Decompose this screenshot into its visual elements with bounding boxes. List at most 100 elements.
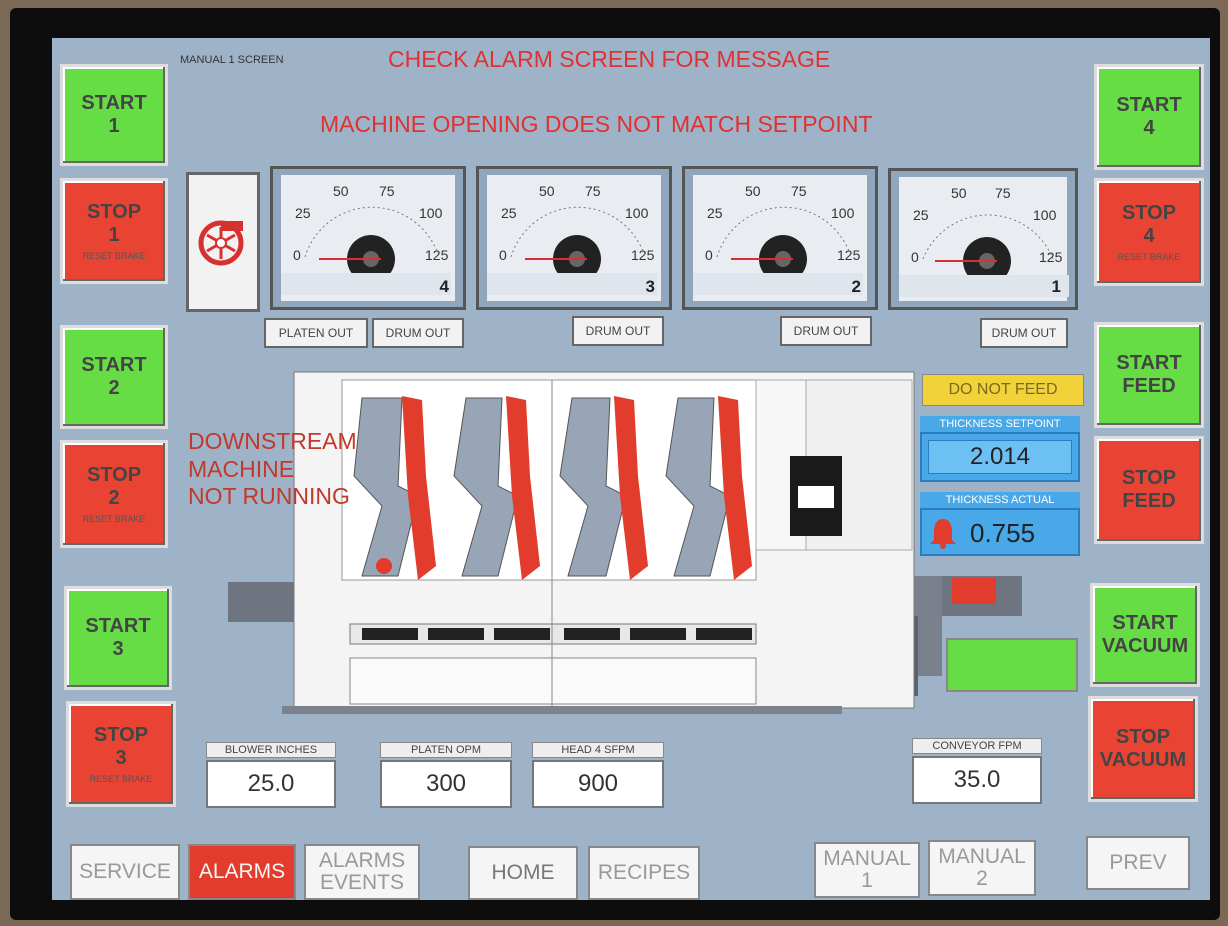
- gauge-index: 3: [645, 277, 655, 296]
- stop-3-label: STOP: [93, 723, 149, 746]
- stop-feed-word: FEED: [1122, 490, 1176, 512]
- stop-4-button[interactable]: STOP 4 RESET BRAKE: [1094, 178, 1204, 286]
- machine-diagram: [222, 366, 1022, 726]
- start-2-number: 2: [108, 377, 120, 399]
- nav-manual-1-line-1: MANUAL: [823, 846, 911, 870]
- gauge-dial-icon: [899, 214, 1069, 297]
- start-feed-label: START: [1116, 352, 1182, 374]
- alarm-banner: CHECK ALARM SCREEN FOR MESSAGE: [388, 46, 831, 72]
- start-1-button[interactable]: START 1: [60, 64, 168, 166]
- stop-4-reset-label: RESET BRAKE: [1117, 251, 1181, 262]
- start-3-button[interactable]: START 3: [64, 586, 172, 690]
- stop-4-number: 4: [1143, 224, 1155, 247]
- gauge-dial-icon: [281, 206, 451, 295]
- gauge-head-3: 0 25 50 75 100 125 3: [476, 166, 672, 310]
- nav-manual-2-button[interactable]: MANUAL 2: [928, 840, 1036, 896]
- gauge-dial-icon: [487, 206, 657, 295]
- blower-fan-icon: [198, 220, 244, 266]
- gauge-head-4: 0 25 50 75 100 125 4: [270, 166, 466, 310]
- nav-alarms-button[interactable]: ALARMS: [188, 844, 296, 900]
- nav-manual-1-line-2: 1: [861, 869, 873, 892]
- screen-title: MANUAL 1 SCREEN: [180, 54, 284, 66]
- stop-2-button[interactable]: STOP 2 RESET BRAKE: [60, 440, 168, 548]
- nav-service-button[interactable]: SERVICE: [70, 844, 180, 900]
- downstream-line-1: DOWNSTREAM: [188, 428, 357, 454]
- gauge-index: 1: [1051, 277, 1061, 296]
- conveyor-fpm-value[interactable]: 35.0: [912, 756, 1042, 804]
- downstream-line-3: NOT RUNNING: [188, 483, 350, 510]
- nav-prev-button[interactable]: PREV: [1086, 836, 1190, 890]
- nav-recipes-button[interactable]: RECIPES: [588, 846, 700, 900]
- stop-1-reset-label: RESET BRAKE: [82, 250, 146, 261]
- gauge-face: 0 25 50 75 100 125: [281, 175, 455, 301]
- nav-manual-1-button[interactable]: MANUAL 1: [814, 842, 920, 898]
- status-indicator: [946, 638, 1078, 692]
- start-2-button[interactable]: START 2: [60, 325, 168, 429]
- gauge-face: 0 25 50 75 100 125: [899, 177, 1069, 301]
- gauge-face: 0 25 50 75 100 125: [487, 175, 661, 301]
- thickness-actual-field: 0.755: [920, 508, 1080, 556]
- gauge-head-1: 0 25 50 75 100 125 1: [888, 168, 1078, 310]
- start-feed-button[interactable]: START FEED: [1094, 322, 1204, 428]
- start-3-label: START: [85, 615, 151, 637]
- head-4-sfpm-value[interactable]: 900: [532, 760, 664, 808]
- start-1-number: 1: [108, 115, 120, 137]
- nav-alarms-events-line-2: EVENTS: [319, 871, 405, 894]
- stop-4-label: STOP: [1121, 201, 1177, 224]
- start-vacuum-button[interactable]: START VACUUM: [1090, 583, 1200, 687]
- head-4-sfpm-label: HEAD 4 SFPM: [532, 742, 664, 758]
- blower-inches-label: BLOWER INCHES: [206, 742, 336, 758]
- feed-status-badge: DO NOT FEED: [922, 374, 1084, 406]
- gauge-index: 2: [851, 277, 861, 296]
- nav-home-button[interactable]: HOME: [468, 846, 578, 900]
- start-vacuum-label: START: [1112, 612, 1178, 634]
- gauge-index: 4: [439, 277, 449, 296]
- nav-alarms-events-line-1: ALARMS: [318, 848, 406, 872]
- stop-feed-button[interactable]: STOP FEED: [1094, 436, 1204, 544]
- gauge-head-2: 0 25 50 75 100 125 2: [682, 166, 878, 310]
- platen-opm-label: PLATEN OPM: [380, 742, 512, 758]
- start-3-number: 3: [112, 638, 124, 660]
- thickness-setpoint-field[interactable]: 2.014: [920, 432, 1080, 482]
- start-2-label: START: [81, 354, 147, 376]
- thickness-actual-label: THICKNESS ACTUAL: [920, 492, 1080, 508]
- thickness-actual-value: 0.755: [970, 518, 1036, 548]
- alarm-bell-icon: [930, 519, 956, 549]
- platen-opm-value[interactable]: 300: [380, 760, 512, 808]
- blower-inches-value[interactable]: 25.0: [206, 760, 336, 808]
- drum-out-1-button[interactable]: DRUM OUT: [980, 318, 1068, 348]
- stop-3-reset-label: RESET BRAKE: [89, 773, 153, 784]
- stop-2-reset-label: RESET BRAKE: [82, 513, 146, 524]
- platen-out-button[interactable]: PLATEN OUT: [264, 318, 368, 348]
- stop-feed-label: STOP: [1121, 467, 1177, 489]
- start-feed-word: FEED: [1122, 375, 1176, 397]
- start-1-label: START: [81, 92, 147, 114]
- nav-manual-2-line-1: MANUAL: [938, 844, 1026, 868]
- stop-3-number: 3: [115, 746, 127, 769]
- nav-alarms-events-button[interactable]: ALARMS EVENTS: [304, 844, 420, 900]
- drum-out-4-button[interactable]: DRUM OUT: [372, 318, 464, 348]
- stop-vacuum-button[interactable]: STOP VACUUM: [1088, 696, 1198, 802]
- gauge-dial-icon: [693, 206, 863, 295]
- gauge-face: 0 25 50 75 100 125: [693, 175, 867, 301]
- hmi-screen: MANUAL 1 SCREEN CHECK ALARM SCREEN FOR M…: [52, 38, 1210, 900]
- start-4-number: 4: [1143, 117, 1155, 139]
- laminator-machine-icon: [228, 371, 1022, 714]
- stop-1-label: STOP: [86, 200, 142, 223]
- thickness-setpoint-value: 2.014: [928, 440, 1072, 474]
- stop-2-number: 2: [108, 486, 120, 509]
- start-4-button[interactable]: START 4: [1094, 64, 1204, 170]
- start-vacuum-word: VACUUM: [1101, 635, 1189, 657]
- stop-1-number: 1: [108, 223, 120, 246]
- nav-manual-2-line-2: 2: [976, 867, 988, 890]
- drum-out-2-button[interactable]: DRUM OUT: [780, 316, 872, 346]
- conveyor-fpm-label: CONVEYOR FPM: [912, 738, 1042, 754]
- blower-panel[interactable]: [186, 172, 260, 312]
- start-4-label: START: [1116, 94, 1182, 116]
- stop-vacuum-word: VACUUM: [1099, 749, 1187, 771]
- setpoint-warning: MACHINE OPENING DOES NOT MATCH SETPOINT: [320, 111, 873, 137]
- downstream-line-2: MACHINE: [188, 455, 295, 482]
- stop-3-button[interactable]: STOP 3 RESET BRAKE: [66, 701, 176, 807]
- drum-out-3-button[interactable]: DRUM OUT: [572, 316, 664, 346]
- stop-1-button[interactable]: STOP 1 RESET BRAKE: [60, 178, 168, 284]
